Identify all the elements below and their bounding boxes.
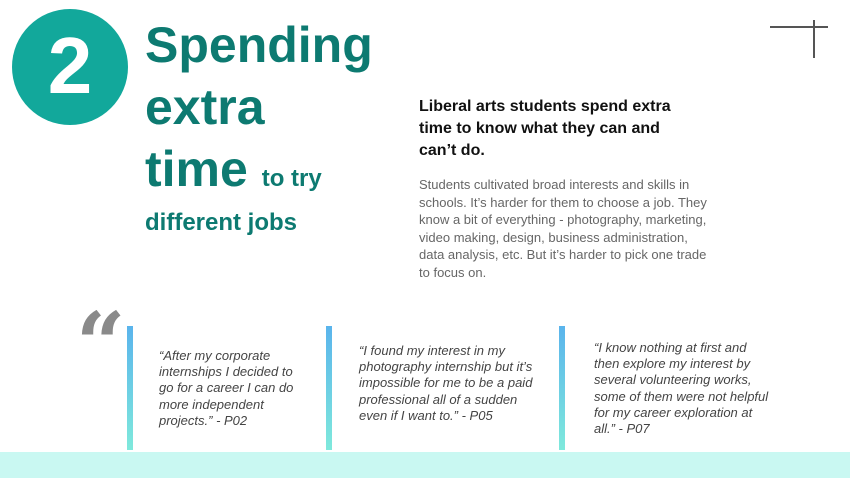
title-line-4: different jobs <box>145 209 298 236</box>
section-number-badge: 2 <box>12 9 128 125</box>
corner-mark-horizontal <box>770 26 828 28</box>
title-line-3-small: to try <box>261 165 322 192</box>
quote-p07: “I know nothing at first and then explor… <box>594 340 769 437</box>
title-line-1: Spending <box>145 17 373 73</box>
section-number: 2 <box>47 21 93 110</box>
slide: 2 Spending extra time to try different j… <box>0 0 850 478</box>
subheading: Liberal arts students spend extra time t… <box>419 98 671 159</box>
quote-p05: “I found my interest in my photography i… <box>359 343 533 423</box>
quote-bar-1 <box>127 326 133 450</box>
title-line-2: extra <box>145 79 265 135</box>
body-paragraph: Students cultivated broad interests and … <box>419 177 707 280</box>
quote-p02: “After my corporate internships I decide… <box>159 348 294 428</box>
title-line-3-big: time <box>145 141 248 197</box>
section-title: Spending extra time to try different job… <box>145 14 373 238</box>
quote-bar-3 <box>559 326 565 450</box>
quote-bar-2 <box>326 326 332 450</box>
quote-mark-icon: “ <box>76 294 126 395</box>
bottom-band <box>0 452 850 478</box>
corner-mark-vertical <box>813 20 815 58</box>
title-line-3: time to try <box>145 138 373 210</box>
